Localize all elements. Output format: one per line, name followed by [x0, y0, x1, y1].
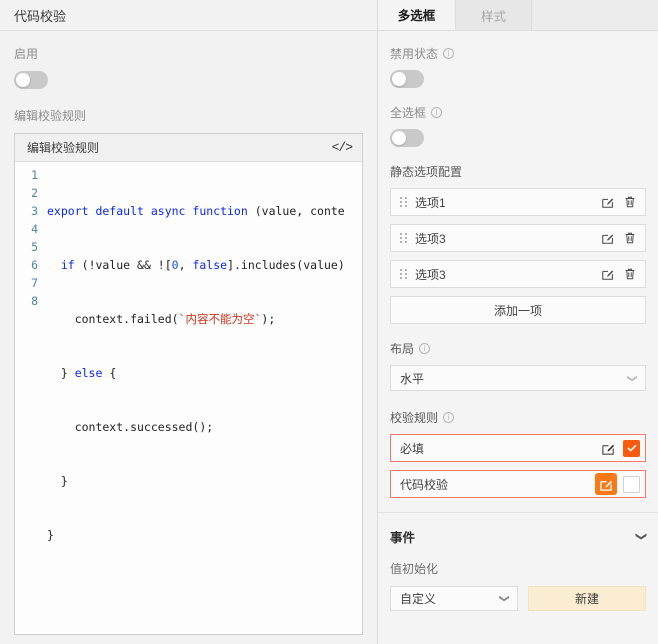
line-number: 1	[31, 168, 38, 182]
delete-option-icon[interactable]	[623, 231, 637, 245]
code-editor-body[interactable]: 1 2 3 4 5 6 7 8 export default async fun…	[15, 162, 362, 634]
disabled-state-label-text: 禁用状态	[390, 47, 439, 61]
validation-rule-row-code[interactable]: 代码校验	[390, 470, 646, 498]
code-editor[interactable]: 编辑校验规则 </> 1 2 3 4 5 6 7 8 export defaul…	[14, 133, 363, 635]
delete-option-icon[interactable]	[623, 267, 637, 281]
value-init-select[interactable]: 自定义 ❯	[390, 586, 518, 611]
edit-rule-icon[interactable]	[600, 440, 617, 457]
toggle-knob	[392, 72, 406, 86]
enable-toggle[interactable]	[14, 71, 48, 89]
option-name: 选项1	[415, 195, 446, 210]
drag-handle-icon[interactable]	[400, 196, 407, 208]
code-editor-title: 编辑校验规则	[27, 141, 100, 155]
code-line: }	[47, 528, 54, 542]
validation-rule-checkbox[interactable]	[623, 439, 640, 457]
validation-rules-label-text: 校验规则	[390, 411, 439, 425]
tab-style[interactable]: 样式	[455, 0, 532, 30]
code-line: }	[47, 474, 68, 488]
code-text-area[interactable]: export default async function (value, co…	[45, 166, 362, 634]
layout-select-value: 水平	[400, 371, 425, 386]
toggle-knob	[392, 131, 406, 145]
disabled-state-toggle[interactable]	[390, 70, 424, 88]
new-event-button[interactable]: 新建	[528, 586, 646, 611]
info-icon[interactable]: i	[431, 107, 443, 118]
option-name: 选项3	[415, 267, 446, 282]
chevron-down-icon[interactable]: ❯	[635, 532, 648, 541]
info-icon[interactable]: i	[419, 343, 431, 354]
line-number: 6	[31, 258, 38, 272]
edit-option-icon[interactable]	[601, 231, 615, 245]
code-line: export default async function (value, co…	[47, 204, 345, 218]
option-item-row[interactable]: 选项3	[390, 260, 646, 288]
validation-rules-label: 校验规则 i	[390, 409, 646, 426]
tab-checkbox-group[interactable]: 多选框	[378, 0, 455, 30]
static-options-label: 静态选项配置	[390, 163, 646, 180]
tabs-filler	[532, 0, 658, 30]
disabled-state-label: 禁用状态 i	[390, 45, 646, 62]
page-title: 代码校验	[14, 8, 67, 24]
line-number: 2	[31, 186, 38, 200]
events-section-title: 事件	[390, 531, 416, 545]
code-line: if (!value && ![0, false].includes(value…	[60, 258, 345, 272]
line-number: 3	[31, 204, 38, 218]
drag-handle-icon[interactable]	[400, 268, 407, 280]
option-item-row[interactable]: 选项1	[390, 188, 646, 216]
left-panel-body: 启用 编辑校验规则 编辑校验规则 </> 1 2 3 4 5 6 7 8 exp…	[0, 31, 377, 644]
line-number: 5	[31, 240, 38, 254]
code-line: context.successed();	[47, 420, 214, 434]
left-panel-header: 代码校验	[0, 0, 377, 31]
code-brackets-icon[interactable]: </>	[332, 140, 353, 155]
select-all-toggle[interactable]	[390, 129, 424, 147]
select-all-label-text: 全选框	[390, 106, 427, 120]
code-line: } else {	[47, 366, 117, 380]
code-validation-panel: 代码校验 启用 编辑校验规则 编辑校验规则 </> 1 2 3 4 5 6 7 …	[0, 0, 378, 644]
info-icon[interactable]: i	[443, 412, 455, 423]
layout-label-text: 布局	[390, 342, 415, 356]
edit-option-icon[interactable]	[601, 267, 615, 281]
info-icon[interactable]: i	[443, 48, 455, 59]
option-item-row[interactable]: 选项3	[390, 224, 646, 252]
select-all-label: 全选框 i	[390, 104, 646, 121]
layout-label: 布局 i	[390, 340, 646, 357]
line-number: 8	[31, 294, 38, 308]
edit-rule-icon[interactable]	[595, 473, 617, 495]
layout-select[interactable]: 水平 ❯	[390, 365, 646, 391]
enable-label: 启用	[14, 47, 39, 61]
code-editor-header: 编辑校验规则 </>	[15, 134, 362, 162]
code-line: context.failed(`内容不能为空`);	[47, 312, 276, 326]
value-init-label: 值初始化	[390, 562, 439, 576]
line-number: 4	[31, 222, 38, 236]
properties-tabs: 多选框 样式	[378, 0, 658, 31]
drag-handle-icon[interactable]	[400, 232, 407, 244]
line-number: 7	[31, 276, 38, 290]
value-init-row: 自定义 ❯ 新建	[390, 586, 646, 611]
edit-rule-label: 编辑校验规则	[14, 109, 87, 123]
edit-option-icon[interactable]	[601, 195, 615, 209]
validation-rule-checkbox[interactable]	[623, 475, 640, 493]
toggle-knob	[16, 73, 30, 87]
chevron-down-icon: ❯	[498, 594, 510, 603]
delete-option-icon[interactable]	[623, 195, 637, 209]
line-number-gutter: 1 2 3 4 5 6 7 8	[15, 166, 45, 634]
properties-panel: 多选框 样式 禁用状态 i 全选框 i 静态选项配置 选项1 选项3 选项3 添…	[378, 0, 658, 644]
chevron-down-icon: ❯	[626, 373, 638, 383]
properties-body: 禁用状态 i 全选框 i 静态选项配置 选项1 选项3 选项3 添加一项 布局 …	[378, 31, 658, 644]
option-name: 选项3	[415, 231, 446, 246]
validation-rule-name: 代码校验	[400, 477, 449, 492]
events-section-header[interactable]: 事件 ❯	[390, 513, 648, 560]
add-option-button[interactable]: 添加一项	[390, 296, 646, 324]
static-options-label-text: 静态选项配置	[390, 165, 463, 179]
validation-rule-row-required[interactable]: 必填	[390, 434, 646, 462]
app-root: 代码校验 启用 编辑校验规则 编辑校验规则 </> 1 2 3 4 5 6 7 …	[0, 0, 658, 644]
value-init-select-value: 自定义	[400, 592, 437, 606]
validation-rule-name: 必填	[400, 441, 425, 456]
